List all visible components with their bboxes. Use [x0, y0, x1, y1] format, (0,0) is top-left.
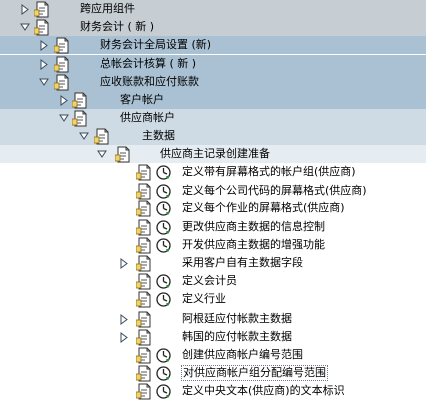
tree-node-label[interactable]: 韩国的应付帐款主数据 [182, 330, 292, 344]
collapsed-arrow-icon[interactable] [39, 59, 49, 70]
document-icon [34, 1, 49, 18]
tree-node[interactable]: 采用客户自有主数据字段 [0, 254, 426, 273]
document-icon [136, 365, 151, 382]
tree-node-label[interactable]: 定义会计员 [182, 274, 237, 288]
tree-node[interactable]: 应收账款和应付账款 [0, 73, 426, 92]
document-icon [72, 110, 87, 127]
expanded-arrow-icon[interactable] [59, 113, 69, 124]
collapsed-arrow-icon[interactable] [119, 258, 129, 269]
execute-clock-icon[interactable] [156, 165, 171, 180]
tree-node[interactable]: 总帐会计核算 ( 新 ) [0, 55, 426, 74]
tree-node-label[interactable]: 更改供应商主数据的信息控制 [182, 220, 325, 234]
tree-node[interactable]: 供应商主记录创建准备 [0, 145, 426, 164]
tree-node[interactable]: 定义带有屏幕格式的帐户组(供应商) [0, 163, 426, 182]
tree-node-label[interactable]: 定义带有屏幕格式的帐户组(供应商) [182, 165, 356, 179]
expanded-arrow-icon[interactable] [20, 22, 30, 33]
document-icon [72, 92, 87, 109]
tree-node-label[interactable]: 客户帐户 [120, 93, 164, 107]
document-icon [136, 183, 151, 200]
tree-node[interactable]: 开发供应商主数据的增强功能 [0, 236, 426, 255]
document-icon [136, 237, 151, 254]
tree-node[interactable]: 定义行业 [0, 290, 426, 309]
tree-node-label[interactable]: 主数据 [142, 129, 175, 143]
document-icon [54, 37, 69, 54]
tree-node[interactable]: 财务会计 ( 新 ) [0, 18, 426, 37]
expanded-arrow-icon[interactable] [97, 149, 107, 160]
execute-clock-icon[interactable] [156, 384, 171, 399]
document-icon [136, 311, 151, 328]
expanded-arrow-icon[interactable] [79, 131, 89, 142]
execute-clock-icon[interactable] [156, 366, 171, 381]
tree-node[interactable]: 定义会计员 [0, 272, 426, 291]
tree-node-label[interactable]: 开发供应商主数据的增强功能 [182, 238, 325, 252]
document-icon [136, 291, 151, 308]
tree-node-label[interactable]: 财务会计全局设置 (新) [100, 38, 211, 52]
document-icon [136, 347, 151, 364]
execute-clock-icon[interactable] [156, 184, 171, 199]
tree-node[interactable]: 韩国的应付帐款主数据 [0, 328, 426, 347]
tree-node[interactable]: 更改供应商主数据的信息控制 [0, 218, 426, 237]
tree-node-label[interactable]: 财务会计 ( 新 ) [80, 20, 154, 34]
tree-node[interactable]: 客户帐户 [0, 91, 426, 110]
tree-node-label-selected[interactable]: 对供应商帐户组分配编号范围 [181, 365, 328, 381]
execute-clock-icon[interactable] [156, 274, 171, 289]
document-icon [136, 164, 151, 181]
tree-node[interactable]: 跨应用组件 [0, 0, 426, 19]
tree-node-label[interactable]: 定义每个作业的屏幕格式(供应商) [182, 201, 345, 215]
document-icon [115, 146, 130, 163]
execute-clock-icon[interactable] [156, 348, 171, 363]
tree-node-label[interactable]: 定义每个公司代码的屏幕格式(供应商) [182, 184, 367, 198]
tree-node[interactable]: 定义每个作业的屏幕格式(供应商) [0, 199, 426, 218]
tree-node-label[interactable]: 创建供应商帐户编号范围 [182, 348, 303, 362]
execute-clock-icon[interactable] [156, 201, 171, 216]
execute-clock-icon[interactable] [156, 238, 171, 253]
tree-node-label[interactable]: 跨应用组件 [80, 2, 135, 16]
document-icon [136, 200, 151, 217]
document-icon [136, 383, 151, 400]
document-icon [136, 219, 151, 236]
tree-node-label[interactable]: 供应商帐户 [120, 111, 175, 125]
collapsed-arrow-icon[interactable] [39, 40, 49, 51]
tree-node[interactable]: 主数据 [0, 127, 426, 146]
document-icon [94, 128, 109, 145]
document-icon [54, 56, 69, 73]
document-icon [136, 329, 151, 346]
document-icon [136, 255, 151, 272]
tree-node-label[interactable]: 阿根廷应付帐款主数据 [182, 312, 292, 326]
watermark: 范网 [342, 355, 418, 395]
document-icon [34, 19, 49, 36]
tree-node-label[interactable]: 定义行业 [182, 292, 226, 306]
expanded-arrow-icon[interactable] [39, 77, 49, 88]
collapsed-arrow-icon[interactable] [59, 95, 69, 106]
tree-node-label[interactable]: 采用客户自有主数据字段 [182, 256, 303, 270]
tree-node[interactable]: 供应商帐户 [0, 109, 426, 128]
tree-node-label[interactable]: 定义中央文本(供应商)的文本标识 [182, 384, 345, 398]
execute-clock-icon[interactable] [156, 220, 171, 235]
collapsed-arrow-icon[interactable] [119, 332, 129, 343]
tree-node-label[interactable]: 总帐会计核算 ( 新 ) [100, 57, 196, 71]
tree-node[interactable]: 财务会计全局设置 (新) [0, 36, 426, 55]
execute-clock-icon[interactable] [156, 292, 171, 307]
document-icon [136, 273, 151, 290]
collapsed-arrow-icon[interactable] [20, 4, 30, 15]
document-icon [54, 74, 69, 91]
collapsed-arrow-icon[interactable] [119, 314, 129, 325]
tree-node-label[interactable]: 供应商主记录创建准备 [160, 147, 270, 161]
tree-node-label[interactable]: 应收账款和应付账款 [100, 75, 199, 89]
tree-node[interactable]: 阿根廷应付帐款主数据 [0, 310, 426, 329]
